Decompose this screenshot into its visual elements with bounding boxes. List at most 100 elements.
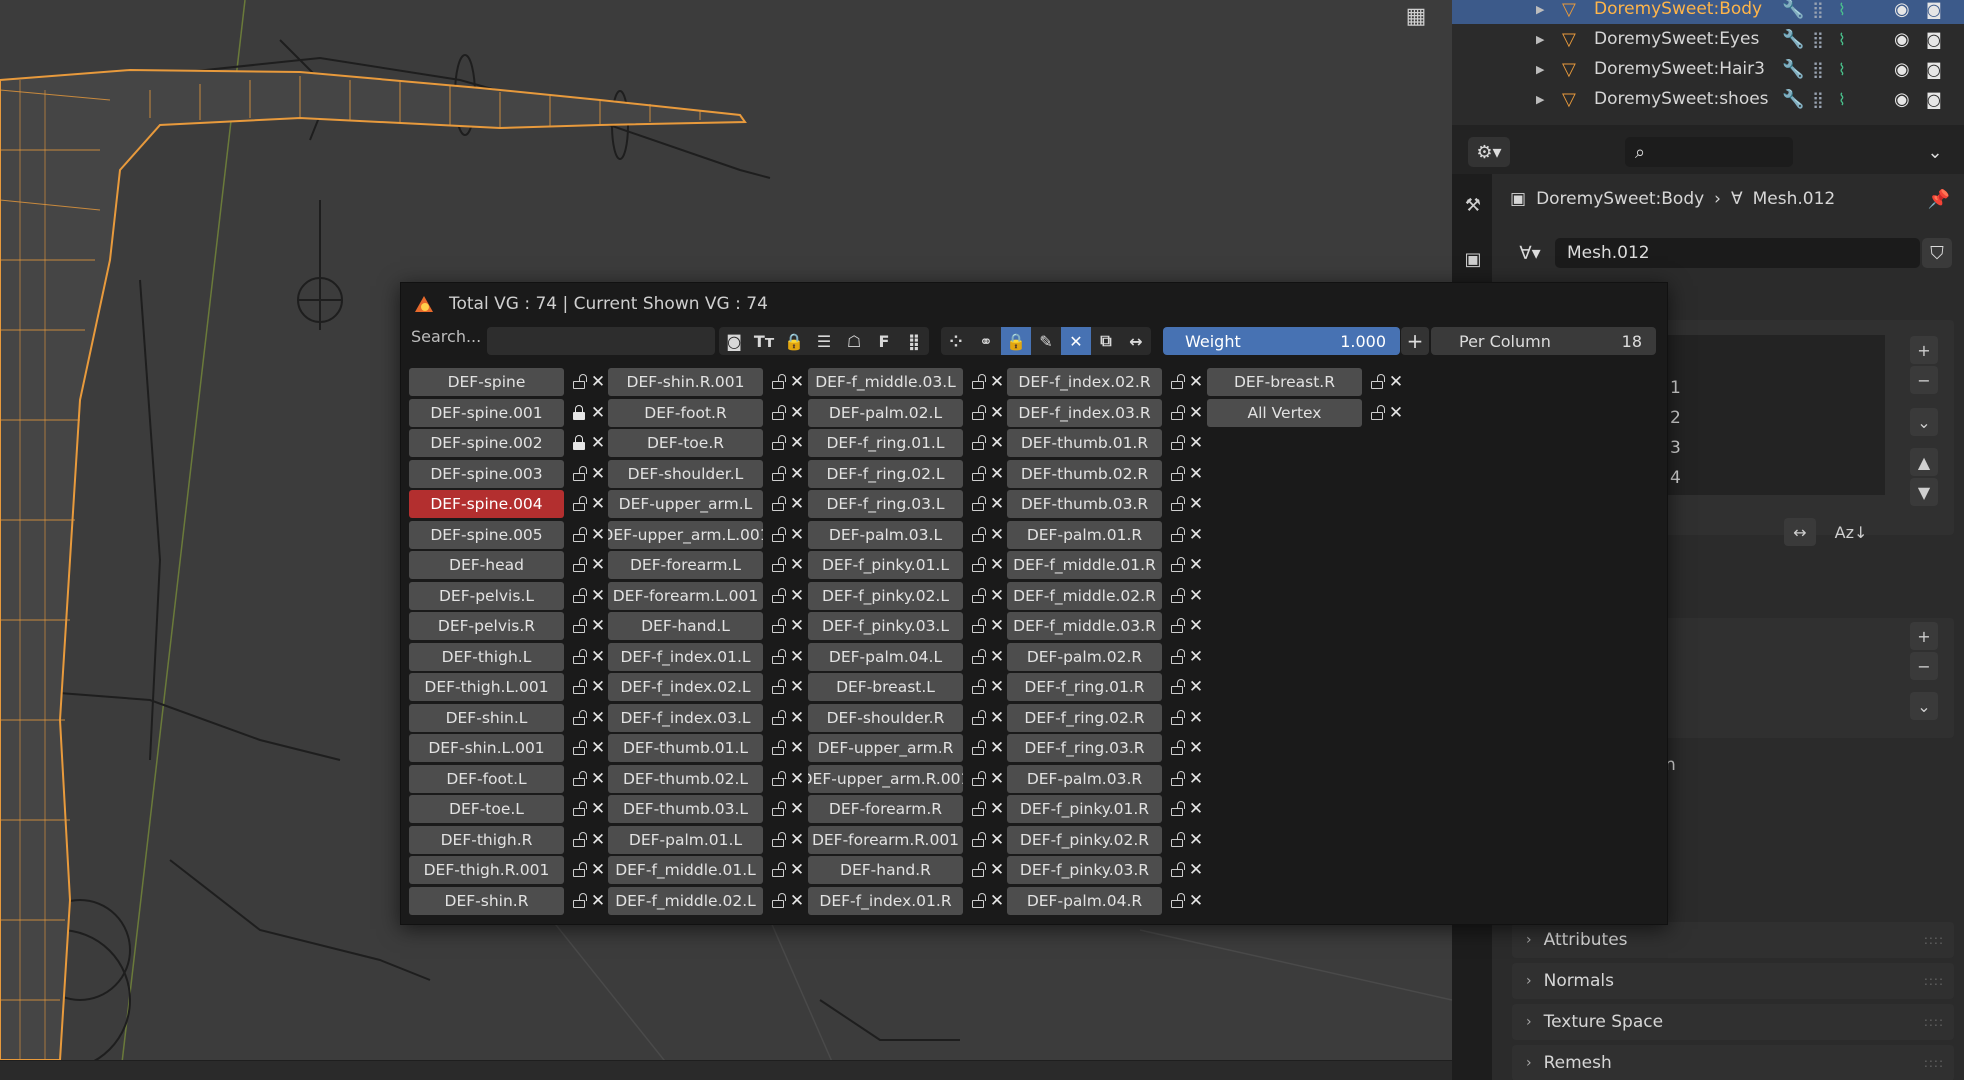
vertex-group-button[interactable]: DEF-palm.02.L <box>808 398 963 427</box>
lock-open-icon[interactable] <box>1167 399 1187 427</box>
vertex-group-button[interactable]: DEF-thumb.03.R <box>1007 490 1162 518</box>
drag-handle-icon[interactable]: :::: <box>1924 1015 1944 1029</box>
lock-open-icon[interactable] <box>1167 368 1187 396</box>
delete-x-icon[interactable]: ✕ <box>1187 521 1205 549</box>
weight-plus-button[interactable]: + <box>1401 327 1429 355</box>
delete-x-icon[interactable]: ✕ <box>589 704 607 732</box>
vertex-group-button[interactable]: DEF-upper_arm.L <box>608 490 763 518</box>
vertex-group-button[interactable]: DEF-thumb.02.R <box>1007 459 1162 488</box>
delete-x-icon[interactable]: ✕ <box>589 612 607 640</box>
outliner[interactable]: ▶ ▽ DoremySweet:Body 🔧 ⣿ ⌇ ◉ ◙ ▶ ▽ Dorem… <box>1452 0 1964 125</box>
outliner-item[interactable]: ▶ ▽ DoremySweet:Hair3 🔧 ⣿ ⌇ ◉ ◙ <box>1452 54 1964 84</box>
vertex-group-button[interactable]: DEF-shoulder.R <box>808 703 963 732</box>
move-up-icon[interactable]: ▲ <box>1910 448 1938 476</box>
vertex-group-button[interactable]: DEF-palm.04.R <box>1007 886 1162 915</box>
delete-x-icon[interactable]: ✕ <box>788 795 806 823</box>
vertex-group-button[interactable]: DEF-shoulder.L <box>608 459 763 488</box>
add-vertex-group-button[interactable]: + <box>1910 336 1938 364</box>
visibility-eye-icon[interactable]: ◉ <box>1894 0 1910 20</box>
bone-icon[interactable]: ⌇ <box>1838 90 1846 109</box>
lock-open-icon[interactable] <box>968 673 988 701</box>
delete-x-icon[interactable]: ✕ <box>788 582 806 610</box>
lock-open-icon[interactable] <box>768 795 788 823</box>
visibility-eye-icon[interactable]: ◉ <box>1894 59 1910 80</box>
render-camera-icon[interactable]: ◙ <box>1926 0 1942 19</box>
lock-open-icon[interactable] <box>968 826 988 854</box>
grid-dots-icon[interactable]: ⣿ <box>899 327 929 355</box>
lock-open-icon[interactable] <box>569 582 589 610</box>
link-rings-icon[interactable]: ⚭ <box>971 327 1001 355</box>
delete-x-icon[interactable]: ✕ <box>988 673 1006 701</box>
search-input[interactable] <box>487 327 715 355</box>
numbered-list-icon[interactable]: ☰ <box>809 327 839 355</box>
vertex-group-button[interactable]: DEF-palm.03.L <box>808 520 963 549</box>
delete-x-icon[interactable]: ✕ <box>1387 399 1405 427</box>
delete-x-icon[interactable]: ✕ <box>988 612 1006 640</box>
lock-open-icon[interactable] <box>968 612 988 640</box>
vertex-group-button[interactable]: DEF-upper_arm.R <box>808 734 963 762</box>
delete-x-icon[interactable]: ✕ <box>988 521 1006 549</box>
lock-open-icon[interactable] <box>968 490 988 518</box>
lock-open-icon[interactable] <box>1167 704 1187 732</box>
delete-x-icon[interactable]: ✕ <box>988 704 1006 732</box>
vertex-group-button[interactable]: DEF-hand.L <box>608 612 763 640</box>
tool-tab-icon[interactable]: ⚒ <box>1460 192 1486 218</box>
vertex-group-menu-chevron-icon[interactable]: ⌄ <box>1910 408 1938 436</box>
delete-x-icon[interactable]: ✕ <box>788 704 806 732</box>
editor-type-dropdown[interactable]: ⚙▾ <box>1468 137 1510 167</box>
delete-x-icon[interactable]: ✕ <box>1187 856 1205 884</box>
vertex-group-button[interactable]: DEF-palm.04.L <box>808 642 963 671</box>
lock-open-icon[interactable] <box>968 765 988 793</box>
remove-shape-key-button[interactable]: − <box>1910 652 1938 680</box>
lock-open-icon[interactable] <box>968 582 988 610</box>
vertex-group-button[interactable]: DEF-f_pinky.02.L <box>808 581 963 610</box>
properties-search-input[interactable]: ⌕ <box>1625 137 1793 167</box>
lock-open-icon[interactable] <box>768 612 788 640</box>
lock-open-icon[interactable] <box>968 643 988 671</box>
vertex-group-button[interactable]: DEF-pelvis.R <box>409 612 564 640</box>
vertex-group-button[interactable]: DEF-spine.002 <box>409 429 564 457</box>
delete-x-icon[interactable]: ✕ <box>1187 826 1205 854</box>
lock-open-icon[interactable] <box>968 521 988 549</box>
vertex-group-button[interactable]: DEF-f_ring.01.L <box>808 429 963 457</box>
lock-open-icon[interactable] <box>768 673 788 701</box>
vertex-group-button[interactable]: DEF-toe.R <box>608 429 763 457</box>
vertex-group-button[interactable]: DEF-thumb.01.L <box>608 734 763 762</box>
delete-x-icon[interactable]: ✕ <box>988 460 1006 488</box>
drag-handle-icon[interactable]: :::: <box>1924 974 1944 988</box>
visibility-eye-icon[interactable]: ◉ <box>1894 89 1910 110</box>
delete-x-icon[interactable]: ✕ <box>988 399 1006 427</box>
lock-active-icon[interactable]: 🔒 <box>1001 327 1031 355</box>
lock-open-icon[interactable] <box>968 429 988 457</box>
lock-open-icon[interactable] <box>1167 856 1187 884</box>
lock-open-icon[interactable] <box>1167 612 1187 640</box>
delete-x-icon[interactable]: ✕ <box>1187 368 1205 396</box>
lock-open-icon[interactable] <box>1167 795 1187 823</box>
lock-open-icon[interactable] <box>569 704 589 732</box>
delete-x-icon[interactable]: ✕ <box>788 887 806 915</box>
delete-x-icon[interactable]: ✕ <box>1187 490 1205 518</box>
vertex-group-button[interactable]: DEF-spine <box>409 368 564 396</box>
delete-x-icon[interactable]: ✕ <box>589 582 607 610</box>
lock-open-icon[interactable] <box>569 795 589 823</box>
delete-x-icon[interactable]: ✕ <box>788 429 806 457</box>
lock-open-icon[interactable] <box>569 460 589 488</box>
move-down-icon[interactable]: ▼ <box>1910 478 1938 506</box>
lock-open-icon[interactable] <box>1167 490 1187 518</box>
delete-x-icon[interactable]: ✕ <box>589 734 607 762</box>
vertex-group-button[interactable]: DEF-thigh.L.001 <box>409 673 564 701</box>
outliner-item[interactable]: ▶ ▽ DoremySweet:Body 🔧 ⣿ ⌇ ◉ ◙ <box>1452 0 1964 24</box>
delete-x-icon[interactable]: ✕ <box>988 795 1006 823</box>
delete-x-icon[interactable]: ✕ <box>589 826 607 854</box>
vertex-group-button[interactable]: DEF-f_middle.01.L <box>608 856 763 884</box>
vertex-group-button[interactable]: DEF-f_ring.03.L <box>808 490 963 518</box>
lock-open-icon[interactable] <box>768 460 788 488</box>
vertex-group-button[interactable]: DEF-thumb.01.R <box>1007 429 1162 457</box>
lock-open-icon[interactable] <box>768 551 788 579</box>
drag-handle-icon[interactable]: :::: <box>1924 1056 1944 1070</box>
delete-x-icon[interactable]: ✕ <box>988 643 1006 671</box>
delete-x-icon[interactable]: ✕ <box>1187 795 1205 823</box>
text-case-icon[interactable]: Tт <box>749 327 779 355</box>
vertex-group-button[interactable]: DEF-foot.R <box>608 398 763 427</box>
visibility-eye-icon[interactable]: ◉ <box>1894 29 1910 50</box>
